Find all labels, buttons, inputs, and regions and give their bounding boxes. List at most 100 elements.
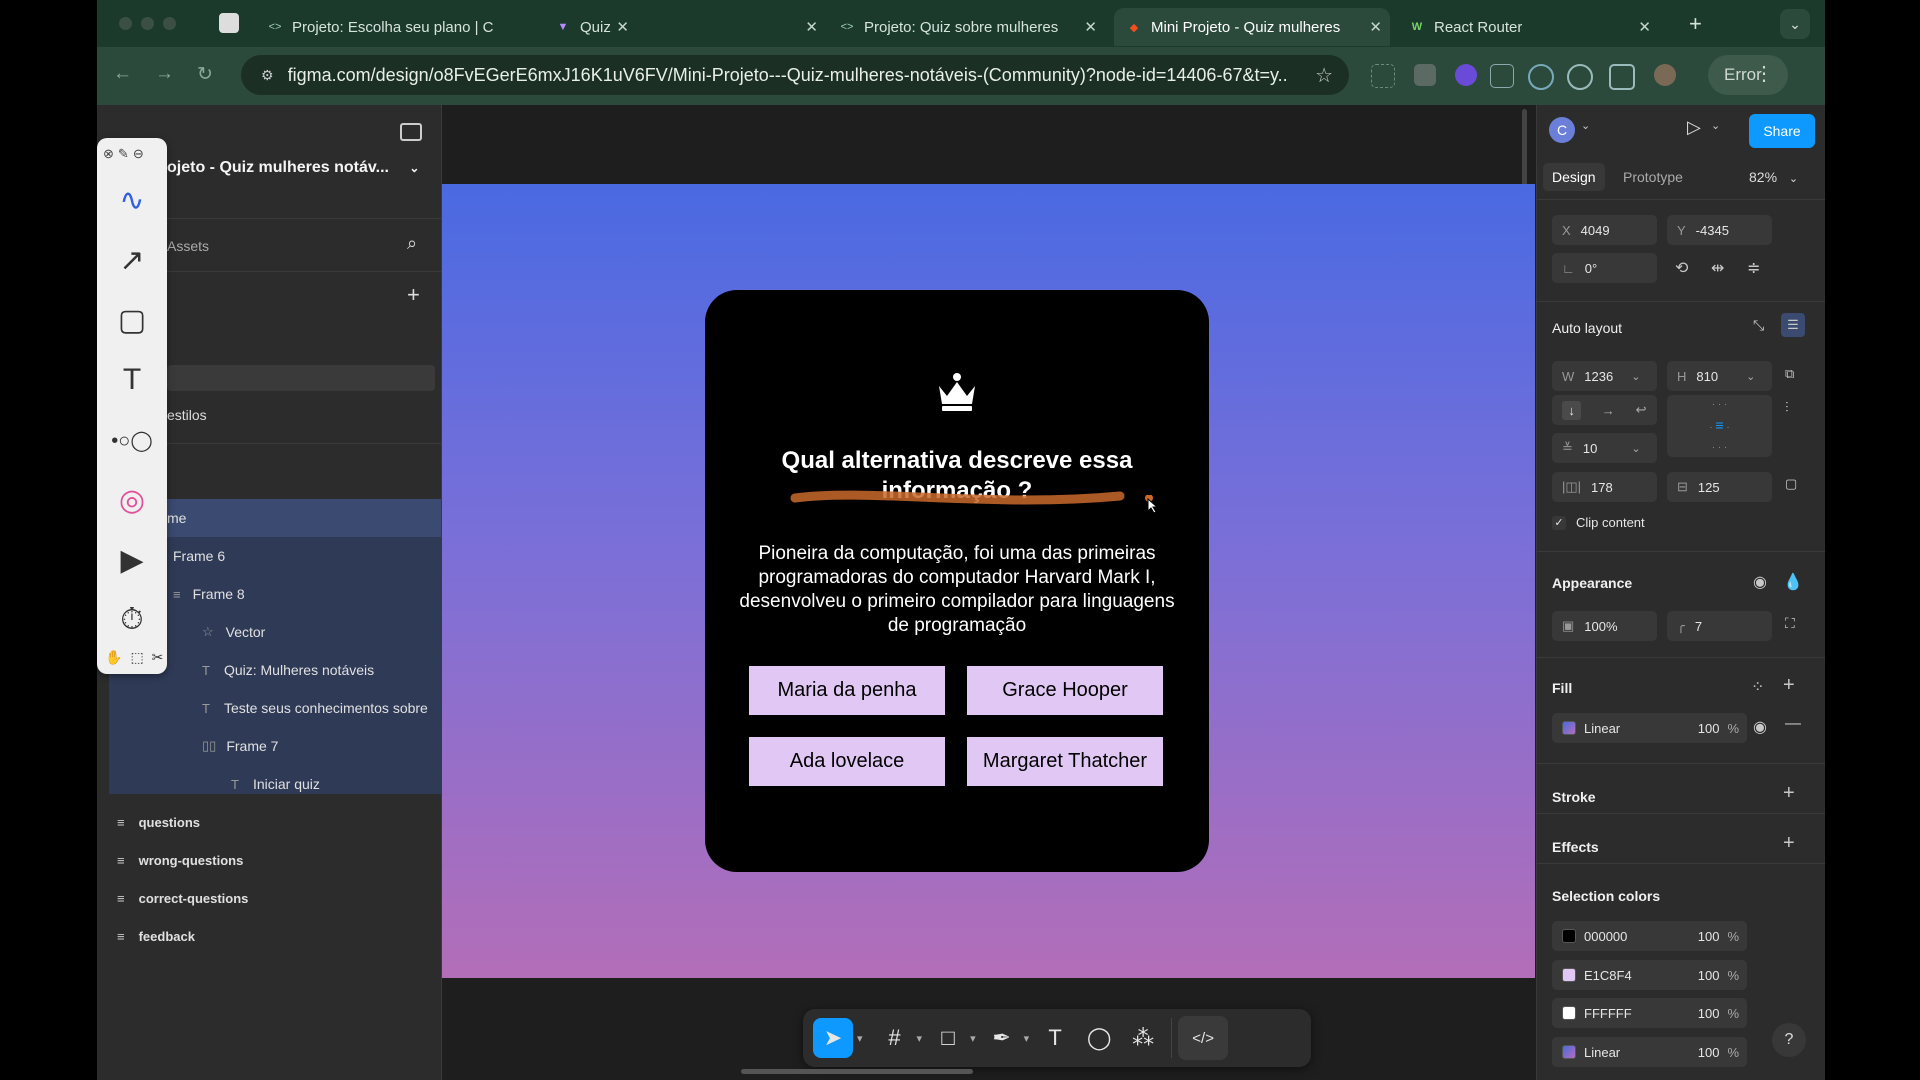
hand-icon[interactable]: ✋ bbox=[105, 649, 122, 666]
profile-avatar[interactable] bbox=[1654, 64, 1676, 86]
pinned-tab[interactable] bbox=[219, 13, 239, 33]
close-tab-icon[interactable]: ✕ bbox=[1369, 18, 1382, 36]
rotation-field[interactable]: ∟ 0° bbox=[1552, 253, 1657, 283]
extension-s-icon[interactable] bbox=[1414, 64, 1436, 86]
tab-quiz[interactable]: ▼ Quiz ✕ bbox=[555, 8, 845, 46]
present-play-icon[interactable]: ▷ bbox=[1687, 117, 1701, 138]
comment-tool-icon[interactable]: ◯ bbox=[1077, 1016, 1121, 1060]
answer-button-1[interactable]: Maria da penha bbox=[749, 666, 945, 715]
styles-item[interactable]: estilos bbox=[167, 407, 207, 423]
error-button[interactable]: Error ⋮ bbox=[1708, 55, 1788, 95]
zoom-level[interactable]: 82% ⌄ bbox=[1749, 169, 1798, 185]
bookmark-star-icon[interactable]: ☆ bbox=[1315, 63, 1333, 88]
play-tool-icon[interactable]: ▶ bbox=[97, 530, 167, 590]
page-questions[interactable]: ≡ questions bbox=[97, 803, 441, 841]
color-wheel-icon[interactable]: ◎ bbox=[97, 470, 167, 530]
color-swatch[interactable] bbox=[1562, 968, 1576, 982]
page-correct-questions[interactable]: ≡ correct-questions bbox=[97, 879, 441, 917]
collapse-icon[interactable]: ⤡ bbox=[1753, 317, 1764, 334]
fill-swatch[interactable] bbox=[1562, 721, 1576, 735]
close-circle-icon[interactable]: ⊗ bbox=[103, 146, 114, 162]
eye-icon[interactable]: ◉ bbox=[1753, 717, 1767, 737]
chevron-down-icon[interactable]: ⌄ bbox=[1711, 119, 1720, 132]
tab-mini-projeto[interactable]: ◆ Mini Projeto - Quiz mulheres ✕ bbox=[1114, 8, 1390, 46]
chevron-down-icon[interactable]: ▾ bbox=[917, 1032, 923, 1045]
answer-button-3[interactable]: Ada lovelace bbox=[749, 737, 945, 786]
extension-react-icon[interactable] bbox=[1528, 64, 1554, 90]
color-swatch[interactable] bbox=[1562, 1045, 1576, 1059]
arrow-right-icon[interactable]: → bbox=[1602, 403, 1615, 418]
layer-text-iniciar[interactable]: T Iniciar quiz bbox=[109, 765, 441, 803]
add-page-icon[interactable]: + bbox=[407, 282, 420, 308]
scissors-icon[interactable]: ✂ bbox=[152, 649, 164, 666]
site-info-icon[interactable]: ⚙ bbox=[261, 67, 274, 84]
alignment-grid[interactable]: · · · · ≡ · · · · bbox=[1667, 395, 1772, 457]
chevron-down-icon[interactable]: ▾ bbox=[1024, 1032, 1030, 1045]
flip-vertical-icon[interactable]: ≑ bbox=[1747, 258, 1760, 278]
styles-grid-icon[interactable]: ⁘ bbox=[1751, 677, 1764, 697]
extension-tree-icon[interactable] bbox=[1490, 64, 1514, 88]
selection-color-row[interactable]: FFFFFF 100 % bbox=[1552, 998, 1747, 1028]
padding-horizontal-field[interactable]: |◫| 178 bbox=[1552, 472, 1657, 502]
screenshot-icon[interactable] bbox=[1371, 64, 1395, 88]
reload-icon[interactable]: ↻ bbox=[197, 63, 213, 86]
chevron-down-icon[interactable]: ▾ bbox=[970, 1032, 976, 1045]
tab-prototype[interactable]: Prototype bbox=[1623, 169, 1683, 185]
arrow-tool-icon[interactable]: ↗ bbox=[97, 230, 167, 290]
layer-frame-7[interactable]: ▯▯ Frame 7 bbox=[109, 727, 441, 765]
panel-toggle-icon[interactable] bbox=[400, 123, 422, 141]
tab-projeto-quiz[interactable]: <> Projeto: Quiz sobre mulheres ✕ bbox=[839, 8, 1127, 46]
fill-row[interactable]: Linear 100 % bbox=[1552, 713, 1747, 743]
answer-button-4[interactable]: Margaret Thatcher bbox=[967, 737, 1163, 786]
maximize-window-button[interactable] bbox=[163, 17, 176, 30]
text-tool-icon[interactable]: T bbox=[1033, 1016, 1077, 1060]
assets-tab[interactable]: Assets bbox=[167, 238, 209, 254]
tab-design[interactable]: Design bbox=[1543, 163, 1605, 191]
width-field[interactable]: W 1236 ⌄ bbox=[1552, 361, 1657, 391]
text-tool-icon[interactable]: T bbox=[97, 350, 167, 410]
project-title[interactable]: ojeto - Quiz mulheres notáv... ⌄ bbox=[167, 159, 419, 177]
height-field[interactable]: H 810 ⌄ bbox=[1667, 361, 1772, 391]
share-button[interactable]: Share bbox=[1749, 114, 1815, 148]
rectangle-tool-icon[interactable]: □ bbox=[926, 1016, 970, 1060]
alignment-settings-icon[interactable]: ⫶ bbox=[1785, 399, 1789, 416]
eye-icon[interactable]: ◉ bbox=[1753, 572, 1767, 592]
dev-mode-icon[interactable]: </> bbox=[1178, 1016, 1229, 1060]
selected-frame[interactable]: Qual alternativa descreve essa informaçã… bbox=[442, 184, 1535, 978]
individual-padding-icon[interactable]: ▢ bbox=[1785, 476, 1797, 492]
help-button[interactable]: ? bbox=[1772, 1023, 1806, 1057]
close-tab-icon[interactable]: ✕ bbox=[1084, 18, 1097, 36]
rotate-icon[interactable]: ⟲ bbox=[1675, 258, 1688, 278]
answer-button-2[interactable]: Grace Hooper bbox=[967, 666, 1163, 715]
curve-tool-icon[interactable]: ∿ bbox=[97, 170, 167, 230]
avatar[interactable]: C bbox=[1549, 117, 1575, 143]
auto-layout-settings-icon[interactable]: ☰ bbox=[1781, 313, 1805, 337]
canvas[interactable]: Qual alternativa descreve essa informaçã… bbox=[442, 105, 1535, 1080]
selection-color-row[interactable]: 000000 100 % bbox=[1552, 921, 1747, 951]
color-swatch[interactable] bbox=[1562, 929, 1576, 943]
horizontal-scrollbar[interactable] bbox=[741, 1069, 973, 1074]
search-icon[interactable]: ⌕ bbox=[407, 233, 417, 254]
timer-tool-icon[interactable]: ⏱ bbox=[97, 590, 167, 650]
add-stroke-icon[interactable]: + bbox=[1783, 782, 1795, 805]
arrow-down-icon[interactable]: ↓ bbox=[1562, 400, 1581, 420]
corner-radius-field[interactable]: ╭ 7 bbox=[1667, 611, 1772, 641]
page-feedback[interactable]: ≡ feedback bbox=[97, 917, 441, 955]
close-window-button[interactable] bbox=[119, 17, 132, 30]
crop-icon[interactable]: ⬚ bbox=[130, 649, 143, 666]
extension-k-icon[interactable] bbox=[1455, 64, 1477, 86]
close-tab-icon[interactable]: ✕ bbox=[805, 18, 818, 36]
padding-vertical-field[interactable]: ⊟ 125 bbox=[1667, 472, 1772, 502]
add-fill-icon[interactable]: + bbox=[1783, 674, 1795, 697]
remove-fill-icon[interactable]: — bbox=[1785, 715, 1801, 733]
tab-react-router[interactable]: W React Router ✕ bbox=[1409, 8, 1679, 46]
y-field[interactable]: Y -4345 bbox=[1667, 215, 1772, 245]
pen-icon[interactable]: ✎ bbox=[118, 146, 129, 162]
more-icon[interactable]: ⋮ bbox=[1754, 61, 1774, 86]
rectangle-tool-icon[interactable]: ▢ bbox=[97, 290, 167, 350]
add-effect-icon[interactable]: + bbox=[1783, 832, 1795, 855]
frame-tool-icon[interactable]: # bbox=[873, 1016, 917, 1060]
forward-icon[interactable]: → bbox=[155, 63, 174, 85]
blend-drop-icon[interactable]: 💧 bbox=[1783, 572, 1803, 592]
back-icon[interactable]: ← bbox=[113, 63, 132, 85]
